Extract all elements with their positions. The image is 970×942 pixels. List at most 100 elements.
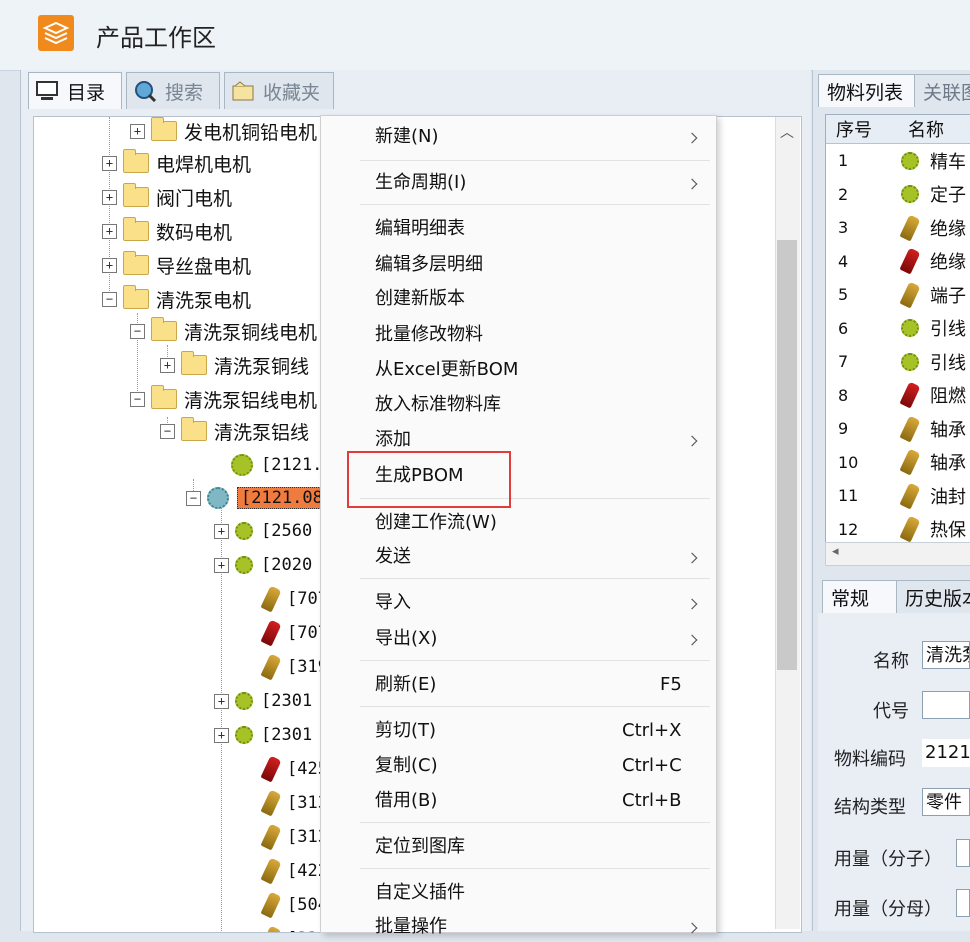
table-row[interactable]: 4 绝缘 [826,245,970,279]
material-code-field[interactable]: 2121. [922,739,970,767]
table-row[interactable]: 9 轴承 [826,412,970,446]
collapse-icon[interactable]: − [102,291,117,307]
menu-item[interactable]: 借用(B) [375,786,437,816]
menu-item[interactable]: 剪切(T) [375,716,436,746]
menu-item[interactable]: 刷新(E) [375,670,436,700]
tree-node[interactable]: + [2301 [214,687,312,715]
tab-search[interactable]: 搜索 [126,72,220,109]
expand-icon[interactable]: + [214,693,229,709]
menu-item[interactable]: 复制(C) [375,751,438,781]
tree-node[interactable]: + 发电机铜铅电机 [130,117,317,145]
table-row[interactable]: 11 油封 [826,479,970,513]
expand-icon[interactable]: + [102,189,117,205]
qty-numerator-label: 用量（分子） [834,849,942,870]
qty-numerator-field[interactable] [956,839,970,867]
collapse-icon[interactable]: − [130,391,145,407]
material-table[interactable]: 序号 名称 1 精车 2 定子 3 绝缘 4 绝缘 5 端子 6 引线 7 引线 8 阻燃 9 轴承 10 轴承 11 油… [825,114,970,544]
tree-node[interactable]: + [2560 [214,517,312,545]
tab-label: 常规 [831,587,870,610]
tree-node-label: 发电机铜铅电机 [184,121,318,144]
column-header-seq[interactable]: 序号 [826,116,898,142]
tab-material-list[interactable]: 物料列表 [818,74,920,107]
menu-item[interactable]: 批量修改物料 [375,320,483,350]
menu-separator [360,660,710,661]
table-row[interactable]: 8 阻燃 [826,379,970,413]
menu-item[interactable]: 批量操作 [375,912,447,942]
expand-icon[interactable]: + [214,727,229,743]
table-row[interactable]: 7 引线 [826,345,970,379]
column-header-name[interactable]: 名称 [898,116,944,142]
structure-type-select[interactable]: 零件 [922,788,970,816]
expand-icon[interactable]: + [102,155,117,171]
standard-part-pin-icon [260,789,282,817]
assembly-gear-icon [901,319,919,338]
scroll-left-arrow-icon[interactable]: ◂ [832,544,839,559]
tree-node[interactable]: + [2020 [214,551,312,579]
table-row[interactable]: 2 定子 [826,178,970,212]
expand-icon[interactable]: + [130,123,145,139]
tab-general[interactable]: 常规 [822,580,902,613]
tree-node[interactable]: + 阀门电机 [102,183,232,211]
tree-node[interactable]: + [2301 [214,721,312,749]
tree-node[interactable]: − 清洗泵铝线 [160,417,309,445]
tab-relation-graph[interactable]: 关联图 [914,74,970,107]
row-name: 端子 [930,285,966,307]
code-label: 代号 [873,701,909,722]
menu-item[interactable]: 新建(N) [375,122,439,152]
collapse-icon[interactable]: − [160,423,175,439]
tab-history[interactable]: 历史版本 [896,580,970,613]
expand-icon[interactable]: + [214,557,229,573]
tree-node[interactable]: − 清洗泵铝线电机 [130,385,317,413]
table-row[interactable]: 6 引线 [826,312,970,346]
table-row[interactable]: 5 端子 [826,278,970,312]
tree-node[interactable]: + 清洗泵铜线 [160,351,309,379]
tree-node[interactable]: [2121.0 [210,451,333,479]
row-seq: 12 [838,519,859,539]
expand-icon[interactable]: + [102,257,117,273]
tree-scrollbar-thumb[interactable] [777,240,797,670]
tree-node[interactable]: − 清洗泵电机 [102,285,251,313]
tree-node-label: 清洗泵铜线电机 [184,321,318,344]
expand-icon[interactable]: + [214,523,229,539]
collapse-icon[interactable]: − [186,490,201,506]
scroll-up-arrow-icon[interactable]: ︿ [777,122,797,142]
name-field[interactable]: 清洗泵 [922,641,970,669]
menu-item[interactable]: 编辑多层明细 [375,250,483,280]
menu-item[interactable]: 创建新版本 [375,284,465,314]
expand-icon[interactable]: + [102,223,117,239]
menu-item[interactable]: 发送 [375,542,411,572]
tree-node[interactable]: − 清洗泵铜线电机 [130,317,317,345]
table-row[interactable]: 1 精车 [826,144,970,178]
tree-node[interactable]: − [2121.08 [186,484,327,512]
table-row[interactable]: 3 绝缘 [826,211,970,245]
code-field[interactable] [922,691,970,719]
table-header: 序号 名称 [826,115,970,144]
standard-part-pin-icon [260,653,282,681]
menu-item[interactable]: 放入标准物料库 [375,390,501,420]
table-hscrollbar[interactable]: ◂ [825,542,970,566]
menu-item[interactable]: 生命周期(I) [375,168,466,198]
menu-separator [360,578,710,579]
menu-item[interactable]: 创建工作流(W) [375,508,497,538]
table-row[interactable]: 12 热保 [826,513,970,544]
monitor-icon [35,80,59,102]
menu-shortcut: Ctrl+X [622,720,682,741]
table-row[interactable]: 10 轴承 [826,446,970,480]
tab-favorites[interactable]: 收藏夹 [224,72,334,109]
expand-icon[interactable]: + [160,357,175,373]
tree-node[interactable]: + 电焊机电机 [102,149,251,177]
menu-item[interactable]: 导出(X) [375,624,437,654]
tree-node[interactable]: + 数码电机 [102,217,232,245]
tree-node[interactable]: + 导丝盘电机 [102,251,251,279]
title-bar: 产品工作区 [0,0,970,71]
menu-item[interactable]: 从Excel更新BOM [375,355,518,385]
collapse-icon[interactable]: − [130,323,145,339]
menu-item[interactable]: 导入 [375,588,411,618]
standard-part-pin-icon [899,415,921,443]
menu-item[interactable]: 自定义插件 [375,878,465,908]
menu-item[interactable]: 编辑明细表 [375,214,465,244]
menu-item[interactable]: 定位到图库 [375,832,465,862]
row-name: 轴承 [930,419,966,441]
tab-catalog[interactable]: 目录 [28,72,122,109]
qty-denominator-field[interactable] [956,889,970,917]
